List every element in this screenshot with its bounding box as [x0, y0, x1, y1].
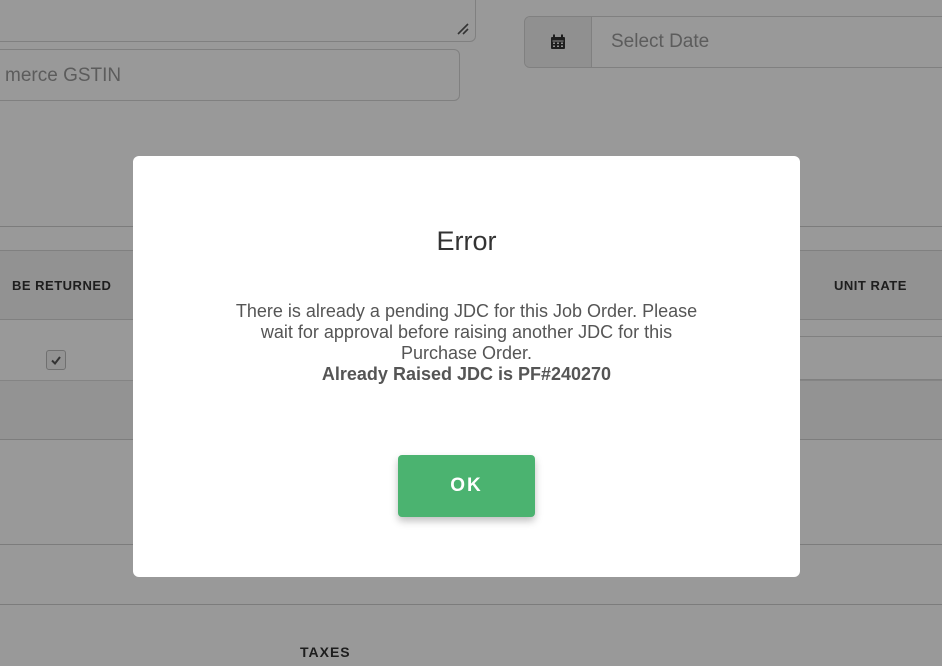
message-line: Purchase Order.	[400, 343, 533, 363]
error-dialog: Error There is already a pending JDC for…	[133, 156, 800, 577]
ok-button[interactable]: OK	[398, 455, 535, 517]
dialog-message: There is already a pending JDC for this …	[163, 301, 770, 385]
page: merce GSTIN Select Date BE RETURNED UNIT…	[0, 0, 942, 666]
dialog-title: Error	[436, 226, 497, 256]
raised-jdc-reference: Already Raised JDC is PF#240270	[321, 364, 612, 384]
message-line: There is already a pending JDC for this …	[235, 301, 698, 321]
message-line: wait for approval before raising another…	[260, 322, 673, 342]
